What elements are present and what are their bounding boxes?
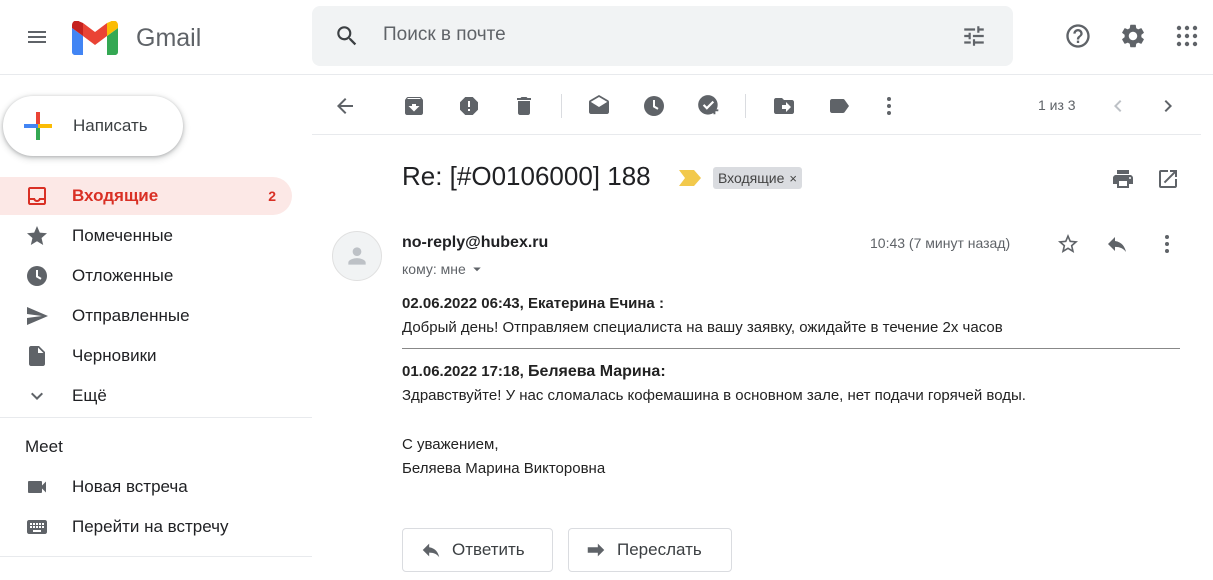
message-time: 10:43 (7 минут назад) [870,235,1011,251]
forward-icon [587,543,605,557]
compose-button[interactable]: Написать [3,96,183,156]
pagination-info: 1 из 3 [1038,97,1076,113]
gmail-logo-icon [72,21,118,55]
caret-down-icon[interactable] [468,260,486,278]
remove-label-icon[interactable]: × [789,171,797,186]
apps-grid-icon[interactable] [1167,16,1207,56]
person-icon [348,247,366,265]
more-vert-icon[interactable] [873,90,905,122]
entry-text: Добрый день! Отправляем специалиста на в… [402,319,1003,336]
trash-icon[interactable] [508,90,540,122]
reply-icon [422,543,440,558]
sidebar-item-label: Отправленные [72,306,190,325]
entry-header: 01.06.2022 17:18, Беляева Марина: [402,363,666,381]
search-input[interactable]: Поиск в почте [383,24,506,46]
sidebar-item-label: Новая встреча [72,477,188,496]
video-camera-icon [24,474,50,500]
sidebar-divider [0,417,312,418]
sidebar-item-sent[interactable]: Отправленные [0,297,292,335]
draft-file-icon [24,343,50,369]
recipient-text: кому: мне [402,261,466,277]
archive-icon[interactable] [398,90,430,122]
sidebar-item-label: Ещё [72,386,107,405]
help-icon[interactable] [1058,16,1098,56]
reply-icon[interactable] [1104,231,1130,257]
sidebar-item-join-meeting[interactable]: Перейти на встречу [0,508,292,546]
reply-button[interactable]: Ответить [402,528,553,572]
unread-count-badge: 2 [268,188,276,204]
sidebar-item-label: Черновики [72,346,157,365]
search-icon[interactable] [332,21,362,51]
sidebar-item-new-meeting[interactable]: Новая встреча [0,468,292,506]
forward-button[interactable]: Переслать [568,528,732,572]
sidebar-item-starred[interactable]: Помеченные [0,217,292,255]
sender-email[interactable]: no-reply@hubex.ru [402,234,548,252]
search-options-icon[interactable] [959,21,989,51]
message-subject: Re: [#O0106000] 188 [402,161,651,191]
app-name: Gmail [136,23,202,52]
move-to-icon[interactable] [768,90,800,122]
top-bar: Gmail Поиск в почте [0,0,1213,75]
sidebar-item-inbox[interactable]: Входящие 2 [0,177,292,215]
compose-plus-icon [24,112,52,140]
toolbar-separator [745,94,746,118]
open-new-window-icon[interactable] [1154,165,1182,193]
chevron-left-icon[interactable] [1102,90,1134,122]
mark-unread-icon[interactable] [583,90,615,122]
star-outline-icon[interactable] [1055,231,1081,257]
send-icon [24,303,50,329]
sidebar-item-more[interactable]: Ещё [0,377,292,415]
star-icon [24,223,50,249]
search-bar[interactable]: Поиск в почте [312,6,1013,66]
chevron-right-icon[interactable] [1152,90,1184,122]
recipient-line[interactable]: кому: мне [402,260,486,278]
clock-icon [24,263,50,289]
main-menu-icon[interactable] [22,22,52,52]
entry-header-date: 01.06.2022 17:18, [402,363,528,380]
sidebar-item-drafts[interactable]: Черновики [0,337,292,375]
settings-gear-icon[interactable] [1113,16,1153,56]
toolbar-separator [561,94,562,118]
forward-button-label: Переслать [617,540,702,559]
signature-line: С уважением, [402,436,499,453]
label-chip-text: Входящие [718,170,785,186]
label-tag-icon[interactable] [823,90,855,122]
add-task-icon[interactable] [693,90,725,122]
sidebar-item-label: Отложенные [72,266,174,285]
chevron-down-icon [24,383,50,409]
keyboard-icon [24,514,50,540]
gmail-logo[interactable]: Gmail [72,18,232,58]
entry-text: Здравствуйте! У нас сломалась кофемашина… [402,387,1026,404]
important-marker-icon[interactable] [679,170,701,186]
meet-section-title: Meet [25,437,63,456]
print-icon[interactable] [1109,165,1137,193]
sidebar-item-label: Входящие [72,186,159,205]
signature-line: Беляева Марина Викторовна [402,460,606,477]
reply-button-label: Ответить [452,540,525,559]
sidebar-item-snoozed[interactable]: Отложенные [0,257,292,295]
sender-avatar[interactable] [332,231,382,281]
sidebar-divider [0,556,312,557]
message-more-vert-icon[interactable] [1154,231,1180,257]
message-toolbar: 1 из 3 [312,75,1201,135]
sidebar-item-label: Перейти на встречу [72,517,229,536]
sidebar-item-label: Помеченные [72,226,174,245]
report-spam-icon[interactable] [453,90,485,122]
entry-header-name: Беляева Марина: [527,363,666,380]
compose-label: Написать [73,116,148,135]
back-arrow-icon[interactable] [329,90,361,122]
snooze-clock-icon[interactable] [638,90,670,122]
inbox-icon [24,183,50,209]
entry-header: 02.06.2022 06:43, Екатерина Ечина : [402,295,664,312]
quote-divider [402,348,1180,349]
inbox-label-chip: Входящие × [713,167,802,189]
